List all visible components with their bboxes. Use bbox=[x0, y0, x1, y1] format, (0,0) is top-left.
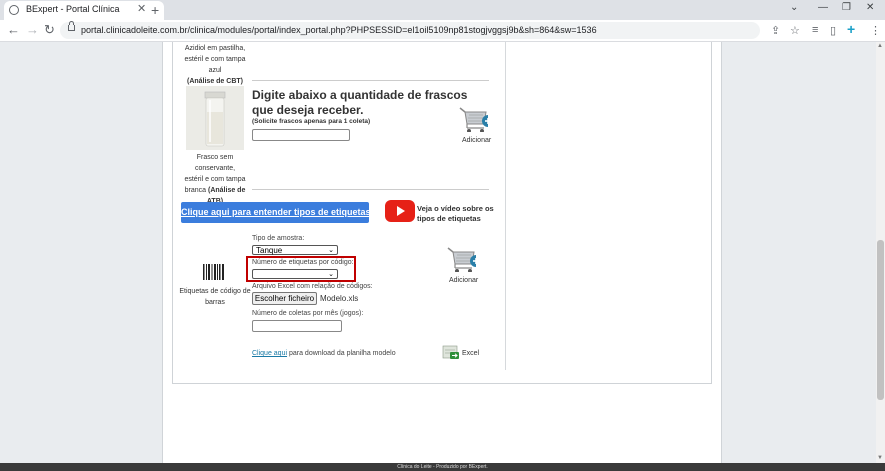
menu-icon[interactable]: ⋮ bbox=[870, 24, 881, 37]
chevron-down-icon[interactable]: ⌄ bbox=[790, 2, 798, 13]
scrollbar-thumb[interactable] bbox=[877, 240, 884, 400]
flask-caption-line: estéril e com tampa bbox=[184, 176, 246, 183]
cart-add-icon bbox=[447, 247, 482, 273]
video-text-line: Veja o vídeo sobre os bbox=[417, 204, 494, 213]
side-panel-icon[interactable]: ▯ bbox=[830, 24, 836, 37]
close-tab-icon[interactable]: ✕ bbox=[137, 2, 146, 15]
barcode-caption-line: Etiquetas de código de bbox=[179, 288, 251, 295]
download-line: Clique aqui para download da planilha mo… bbox=[252, 350, 396, 357]
add-flask-label[interactable]: Adicionar bbox=[462, 137, 491, 144]
share-icon[interactable]: ⇪ bbox=[771, 24, 780, 37]
star-icon[interactable]: ☆ bbox=[790, 24, 800, 37]
scroll-up-icon[interactable]: ▲ bbox=[877, 43, 883, 49]
footer-text: Clínica do Leite - Produzido por BExpert… bbox=[397, 464, 488, 470]
cart-add-icon bbox=[459, 107, 494, 133]
youtube-icon[interactable] bbox=[385, 200, 415, 222]
chevron-down-icon: ⌄ bbox=[328, 247, 334, 254]
back-icon[interactable]: ← bbox=[7, 22, 20, 37]
add-flask-button[interactable] bbox=[458, 106, 494, 137]
sample-type-select[interactable]: Tanque ⌄ bbox=[252, 245, 338, 255]
download-link[interactable]: Clique aqui bbox=[252, 350, 287, 357]
labels-per-code-select[interactable]: ⌄ bbox=[252, 269, 338, 279]
lock-icon[interactable] bbox=[68, 21, 75, 31]
choose-file-button[interactable]: Escolher ficheiro bbox=[252, 292, 317, 305]
flask-note: (Solicite frascos apenas para 1 coleta) bbox=[252, 118, 371, 125]
file-name: Modelo.xls bbox=[320, 294, 359, 303]
flask-heading-line: Digite abaixo a quantidade de frascos bbox=[252, 88, 468, 102]
minimize-icon[interactable]: — bbox=[818, 2, 828, 13]
url-text[interactable]: portal.clinicadoleite.com.br/clinica/mod… bbox=[81, 25, 597, 35]
cbt-caption-line: Azidiol em pastilha, bbox=[184, 45, 246, 52]
flask-image bbox=[186, 86, 244, 150]
tab-title: BExpert - Portal Clínica bbox=[26, 4, 120, 14]
forward-icon[interactable]: → bbox=[26, 22, 39, 37]
divider bbox=[252, 189, 489, 190]
barcode-graphic bbox=[203, 264, 224, 280]
sample-type-value: Tanque bbox=[256, 246, 283, 255]
reading-list-icon[interactable]: ≡ bbox=[812, 24, 818, 36]
flask-caption-text: branca bbox=[184, 187, 208, 194]
chevron-down-icon: ⌄ bbox=[328, 271, 334, 278]
excel-icon bbox=[442, 345, 459, 359]
close-window-icon[interactable]: ✕ bbox=[866, 2, 874, 13]
flask-icon bbox=[186, 86, 244, 150]
flask-heading-line: que deseja receber. bbox=[252, 103, 364, 117]
reload-icon[interactable]: ↻ bbox=[44, 22, 55, 38]
video-link-text[interactable]: Veja o vídeo sobre os tipos de etiquetas bbox=[417, 204, 494, 224]
download-text: para download da planilha modelo bbox=[287, 350, 396, 357]
video-text-line: tipos de etiquetas bbox=[417, 214, 481, 223]
scroll-down-icon[interactable]: ▼ bbox=[877, 455, 883, 461]
excel-download-button[interactable] bbox=[442, 344, 460, 365]
barcode-caption: Etiquetas de código de barras bbox=[178, 286, 252, 308]
add-labels-label[interactable]: Adicionar bbox=[449, 277, 478, 284]
extension-plus-icon[interactable]: + bbox=[847, 21, 855, 37]
collections-input[interactable] bbox=[252, 320, 342, 332]
flask-caption: Frasco sem conservante, estéril e com ta… bbox=[176, 152, 254, 207]
flask-caption-line: Frasco sem conservante, bbox=[194, 154, 236, 172]
globe-icon bbox=[9, 5, 19, 15]
play-icon bbox=[397, 206, 405, 216]
barcode-icon bbox=[203, 264, 225, 287]
cbt-caption: Azidiol em pastilha, estéril e com tampa… bbox=[180, 43, 250, 87]
collections-label: Número de coletas por mês (jogos): bbox=[252, 310, 364, 317]
excel-label[interactable]: Excel bbox=[462, 350, 479, 357]
sample-type-label: Tipo de amostra: bbox=[252, 235, 305, 242]
divider bbox=[252, 80, 489, 81]
restore-icon[interactable]: ❐ bbox=[842, 2, 851, 13]
new-tab-icon[interactable]: + bbox=[151, 2, 159, 18]
flask-quantity-input[interactable] bbox=[252, 129, 350, 141]
column-divider bbox=[505, 42, 506, 370]
add-labels-button[interactable] bbox=[446, 246, 482, 277]
cbt-caption-line: estéril e com tampa azul bbox=[184, 56, 246, 74]
flask-heading: Digite abaixo a quantidade de frascos qu… bbox=[252, 88, 467, 118]
barcode-caption-line: barras bbox=[205, 299, 225, 306]
labels-per-code-label: Número de etiquetas por código: bbox=[252, 259, 354, 266]
excel-file-label: Arquivo Excel com relação de códigos: bbox=[252, 283, 373, 290]
label-types-info-button[interactable]: Clique aqui para entender tipos de etiqu… bbox=[181, 202, 371, 223]
